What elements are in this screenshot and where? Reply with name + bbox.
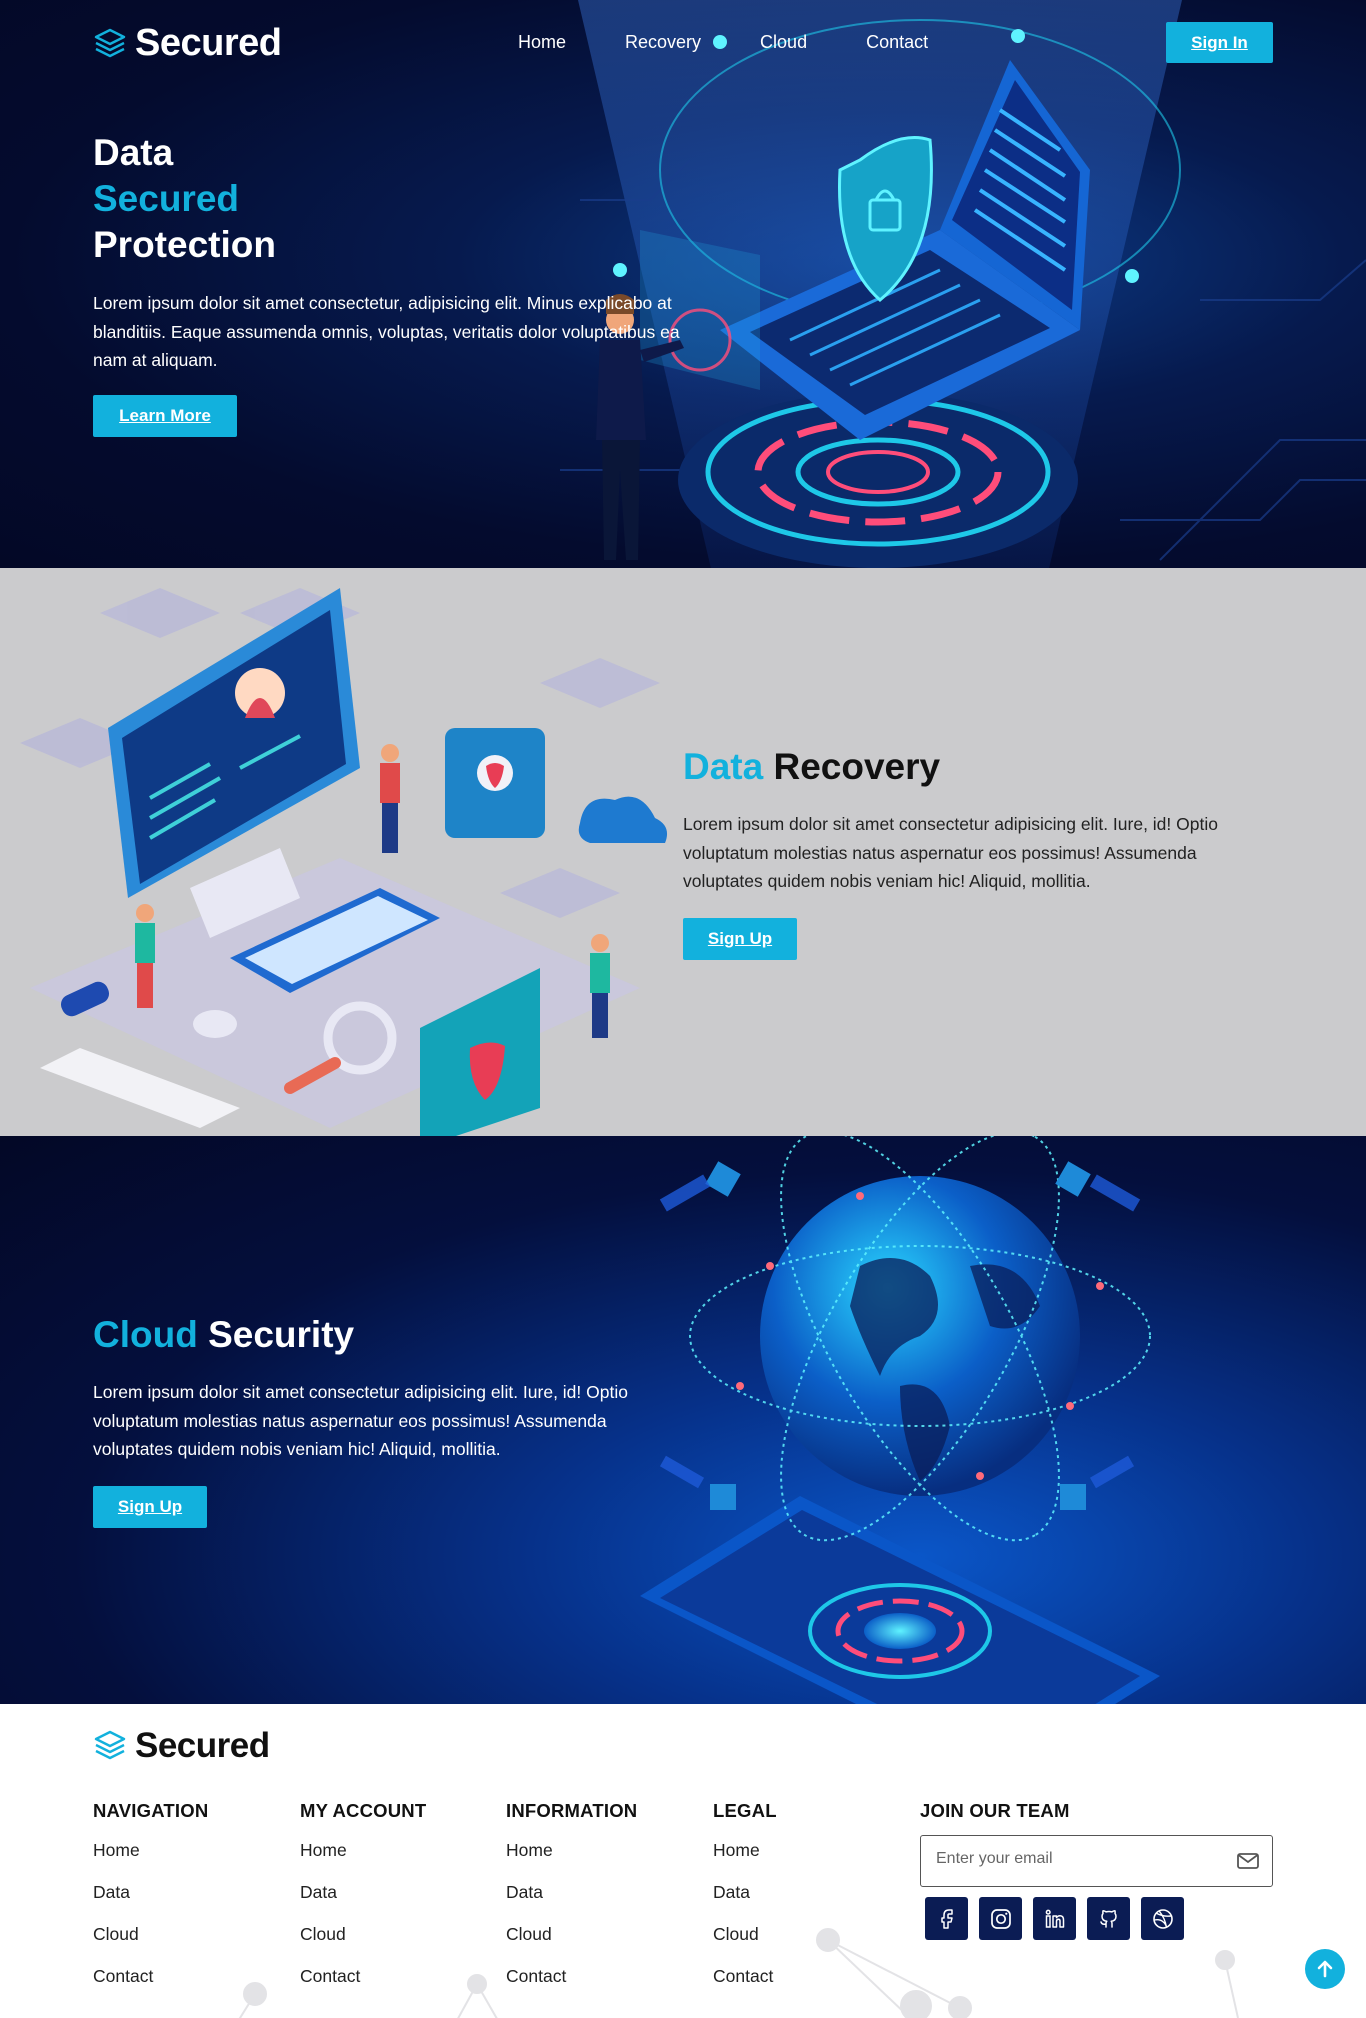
- footer-link[interactable]: Cloud: [506, 1924, 637, 1966]
- data-recovery-title: Data Recovery: [683, 746, 940, 788]
- layers-icon: [94, 28, 126, 57]
- cloud-security-section: Cloud Security Lorem ipsum dolor sit ame…: [0, 1136, 1366, 1704]
- data-recovery-description: Lorem ipsum dolor sit amet consectetur a…: [683, 814, 1218, 891]
- footer-link[interactable]: Cloud: [713, 1924, 777, 1966]
- hero-title-line2: Secured: [93, 178, 240, 219]
- hero-title-line1: Data: [93, 132, 174, 173]
- data-recovery-section: Data Recovery Lorem ipsum dolor sit amet…: [0, 568, 1366, 1136]
- nav-links: Home Recovery Cloud Contact: [518, 32, 987, 53]
- footer-link[interactable]: Contact: [300, 1966, 426, 2008]
- footer-link[interactable]: Contact: [93, 1966, 208, 2008]
- footer-link[interactable]: Home: [93, 1840, 208, 1882]
- globe-satellite-illustration: [640, 1136, 1160, 1704]
- layers-icon: [94, 1730, 126, 1760]
- footer-link[interactable]: Data: [506, 1882, 637, 1924]
- instagram-icon[interactable]: [979, 1897, 1022, 1940]
- footer-link[interactable]: Home: [713, 1840, 777, 1882]
- dribbble-icon[interactable]: [1141, 1897, 1184, 1940]
- cloud-security-title-rest: Security: [208, 1314, 355, 1355]
- footer-column-heading: LEGAL: [713, 1800, 777, 1821]
- scroll-to-top-button[interactable]: [1305, 1949, 1345, 1989]
- footer-link[interactable]: Contact: [506, 1966, 637, 2008]
- brand-logo[interactable]: Secured: [93, 22, 282, 65]
- footer-link[interactable]: Cloud: [93, 1924, 208, 1966]
- footer-link[interactable]: Data: [713, 1882, 777, 1924]
- footer-link[interactable]: Contact: [713, 1966, 777, 2008]
- footer-column-information: INFORMATION Home Data Cloud Contact: [506, 1800, 637, 2008]
- newsletter-form: [920, 1835, 1273, 1887]
- footer-column-heading: INFORMATION: [506, 1800, 638, 1821]
- hero-title: Data Secured Protection: [93, 130, 276, 268]
- cloud-security-title-accent: Cloud: [93, 1314, 198, 1355]
- email-input[interactable]: [936, 1850, 1216, 1868]
- footer-column-heading: NAVIGATION: [93, 1800, 209, 1821]
- footer-link[interactable]: Cloud: [300, 1924, 426, 1966]
- footer-link[interactable]: Data: [300, 1882, 426, 1924]
- footer-link[interactable]: Data: [93, 1882, 208, 1924]
- nav-cloud-link[interactable]: Cloud: [760, 32, 807, 53]
- join-our-team-heading: JOIN OUR TEAM: [920, 1800, 1070, 1821]
- nav-home-link[interactable]: Home: [518, 32, 566, 53]
- hero-title-line3: Protection: [93, 224, 276, 265]
- cloud-security-description: Lorem ipsum dolor sit amet consectetur a…: [93, 1382, 628, 1459]
- top-navbar: Secured Home Recovery Cloud Contact Sign…: [0, 0, 1366, 86]
- envelope-icon[interactable]: [1236, 1850, 1260, 1872]
- learn-more-button[interactable]: Learn More: [93, 395, 237, 437]
- brand-name: Secured: [135, 22, 282, 64]
- nav-recovery-link[interactable]: Recovery: [625, 32, 701, 53]
- social-links: [925, 1897, 1184, 1940]
- nav-contact-link[interactable]: Contact: [866, 32, 928, 53]
- linkedin-icon[interactable]: [1033, 1897, 1076, 1940]
- footer-link[interactable]: Home: [506, 1840, 637, 1882]
- arrow-up-icon: [1317, 1960, 1333, 1978]
- cloud-sign-up-button[interactable]: Sign Up: [93, 1486, 207, 1528]
- footer-brand-logo[interactable]: Secured: [93, 1726, 270, 1766]
- sign-in-button[interactable]: Sign In: [1166, 22, 1273, 63]
- footer-column-legal: LEGAL Home Data Cloud Contact: [713, 1800, 777, 2008]
- github-icon[interactable]: [1087, 1897, 1130, 1940]
- footer-column-heading: MY ACCOUNT: [300, 1800, 427, 1821]
- data-recovery-title-rest: Recovery: [773, 746, 941, 787]
- footer-column-my-account: MY ACCOUNT Home Data Cloud Contact: [300, 1800, 426, 2008]
- hero-section: Secured Home Recovery Cloud Contact Sign…: [0, 0, 1366, 568]
- cloud-security-title: Cloud Security: [93, 1314, 354, 1356]
- footer-link[interactable]: Home: [300, 1840, 426, 1882]
- hero-description: Lorem ipsum dolor sit amet consectetur, …: [93, 293, 680, 370]
- site-footer: Secured NAVIGATION Home Data Cloud Conta…: [0, 1704, 1366, 2018]
- data-recovery-illustration: [20, 588, 668, 1136]
- data-recovery-title-accent: Data: [683, 746, 764, 787]
- recovery-sign-up-button[interactable]: Sign Up: [683, 918, 797, 960]
- footer-column-join: JOIN OUR TEAM: [920, 1800, 1070, 1840]
- footer-column-navigation: NAVIGATION Home Data Cloud Contact: [93, 1800, 208, 2008]
- facebook-icon[interactable]: [925, 1897, 968, 1940]
- footer-brand-name: Secured: [135, 1726, 270, 1765]
